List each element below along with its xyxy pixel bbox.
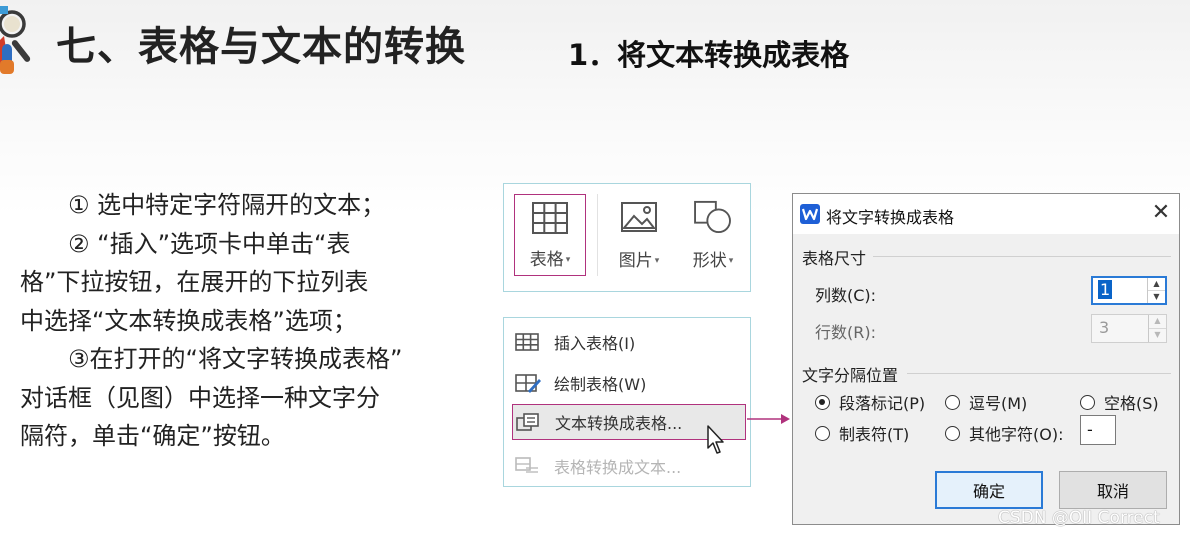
radio-icon <box>1080 394 1095 410</box>
radio-icon <box>815 425 830 441</box>
picture-button-label: 图片 <box>618 251 653 271</box>
wps-writer-icon <box>800 204 820 224</box>
step-2-line-3: 中选择“文本转换成表格”选项； <box>20 306 357 335</box>
rows-value: 3 <box>1099 318 1110 337</box>
radio-icon <box>945 394 960 410</box>
chevron-down-icon: ▾ <box>654 256 660 266</box>
shape-dropdown-button[interactable]: 形状 ▾ <box>678 184 748 291</box>
columns-stepper[interactable]: 1 ▲ ▼ <box>1091 276 1167 305</box>
columns-value: 1 <box>1098 280 1113 299</box>
table-button-label: 表格 <box>529 250 564 270</box>
columns-spin-buttons: ▲ ▼ <box>1147 278 1165 303</box>
step-3-line-1: ③在打开的“将文字转换成表格” <box>68 345 403 373</box>
radio-label: 段落标记(P) <box>839 394 926 413</box>
table-to-text-icon <box>515 457 538 473</box>
magnifier-logo-icon <box>0 6 31 74</box>
shape-button-label: 形状 <box>692 251 727 271</box>
spin-down-icon[interactable]: ▼ <box>1148 291 1165 304</box>
rows-label: 行数(R): <box>815 323 876 342</box>
radio-comma[interactable]: 逗号(M) <box>945 390 1027 414</box>
radio-tab[interactable]: 制表符(T) <box>815 421 909 445</box>
radio-label: 制表符(T) <box>839 425 910 444</box>
text-to-table-icon <box>516 413 539 431</box>
spin-up-icon[interactable]: ▲ <box>1149 315 1166 329</box>
radio-label: 逗号(M) <box>969 394 1028 413</box>
radio-icon <box>945 425 960 441</box>
page-title: 七、表格与文本的转换 <box>56 24 466 70</box>
radio-label: 空格(S) <box>1104 394 1159 413</box>
menu-item-label: 插入表格(I) <box>554 334 636 353</box>
radio-other-char[interactable]: 其他字符(O): <box>945 421 1063 445</box>
other-char-input[interactable]: - <box>1080 415 1116 445</box>
ribbon-divider <box>597 194 598 276</box>
picture-dropdown-button[interactable]: 图片 ▾ <box>604 184 674 291</box>
step-3-line-3: 隔符，单击“确定”按钮。 <box>20 422 285 450</box>
close-icon[interactable]: ✕ <box>1149 200 1173 228</box>
spin-up-icon[interactable]: ▲ <box>1148 278 1165 291</box>
rows-spin-buttons: ▲ ▼ <box>1148 315 1166 342</box>
group-divider <box>907 373 1171 374</box>
dialog-titlebar: 将文字转换成表格 ✕ <box>793 194 1179 234</box>
draw-table-icon <box>515 374 541 393</box>
shape-icon <box>694 200 731 234</box>
radio-label: 其他字符(O): <box>969 425 1064 444</box>
table-size-group-label: 表格尺寸 <box>802 249 867 268</box>
menu-item-label: 表格转换成文本... <box>554 458 682 477</box>
menu-item-label: 绘制表格(W) <box>554 375 647 394</box>
instructions-text: ① 选中特定字符隔开的文本； ② “插入”选项卡中单击“表 格”下拉按钮，在展开… <box>20 186 480 456</box>
step-1: ① 选中特定字符隔开的文本； <box>68 191 386 219</box>
insert-table-icon <box>515 333 539 351</box>
watermark: CSDN @OII Correct <box>998 508 1160 528</box>
menu-item-label: 文本转换成表格... <box>555 414 683 433</box>
spin-down-icon[interactable]: ▼ <box>1149 329 1166 343</box>
menu-item-insert-table[interactable]: 插入表格(I) <box>512 324 746 360</box>
chevron-down-icon: ▾ <box>565 255 571 265</box>
radio-paragraph-mark[interactable]: 段落标记(P) <box>815 390 925 414</box>
chevron-down-icon: ▾ <box>728 256 734 266</box>
radio-space[interactable]: 空格(S) <box>1080 390 1159 414</box>
ok-button[interactable]: 确定 <box>935 471 1043 509</box>
picture-icon <box>621 202 657 232</box>
group-divider <box>873 256 1171 257</box>
separator-group-label: 文字分隔位置 <box>802 366 899 385</box>
step-2-line-2: 格”下拉按钮，在展开的下拉列表 <box>20 268 369 296</box>
radio-selected-icon <box>815 394 830 410</box>
step-2-line-1: ② “插入”选项卡中单击“表 <box>68 229 351 258</box>
pointer-arrow-icon <box>747 414 790 424</box>
rows-stepper[interactable]: 3 ▲ ▼ <box>1091 314 1167 343</box>
section-title: 1．将文本转换成表格 <box>568 38 850 72</box>
table-dropdown-button[interactable]: 表格 ▾ <box>514 194 586 276</box>
columns-label: 列数(C): <box>815 286 877 305</box>
cancel-button[interactable]: 取消 <box>1059 471 1167 509</box>
step-3-line-2: 对话框（见图）中选择一种文字分 <box>20 383 380 412</box>
table-dropdown-menu: 插入表格(I) 绘制表格(W) 文本转换成表格... 表格转换成文本... <box>503 317 751 487</box>
text-to-table-dialog: 将文字转换成表格 ✕ 表格尺寸 列数(C): 1 ▲ ▼ 行数(R): 3 ▲ … <box>792 193 1180 525</box>
table-icon <box>532 202 568 234</box>
dialog-title: 将文字转换成表格 <box>826 208 955 227</box>
mouse-cursor-icon <box>707 425 724 454</box>
insert-ribbon-panel: 表格 ▾ 图片 ▾ 形状 ▾ <box>503 183 751 292</box>
menu-item-draw-table[interactable]: 绘制表格(W) <box>512 365 746 401</box>
